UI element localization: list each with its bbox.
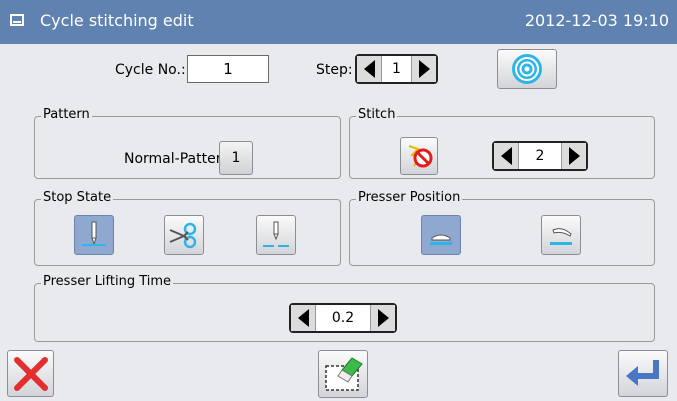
- stitch-group-title: Stitch: [356, 107, 398, 122]
- stop-needle-down-button[interactable]: [74, 215, 114, 255]
- presser-lifting-time-stepper: 0.2: [289, 303, 397, 333]
- spiral-icon: [512, 54, 542, 84]
- lifting-time-increment-button[interactable]: [370, 305, 395, 331]
- confirm-enter-button[interactable]: [618, 350, 668, 397]
- normal-pattern-button[interactable]: 1: [219, 141, 253, 175]
- arrow-right-icon: [377, 309, 389, 327]
- title-bar: Cycle stitching edit 2012-12-03 19:10: [0, 0, 677, 44]
- arrow-left-icon: [363, 60, 375, 78]
- stop-state-group-title: Stop State: [41, 190, 114, 205]
- eraser-icon: [325, 357, 363, 391]
- presser-down-button[interactable]: [421, 215, 461, 255]
- pattern-group-title: Pattern: [41, 107, 92, 122]
- presser-up-icon: [550, 228, 572, 245]
- cycle-no-input[interactable]: 1: [187, 55, 269, 83]
- arrow-left-icon: [297, 309, 309, 327]
- step-decrement-button[interactable]: [357, 56, 382, 82]
- window-icon: [10, 14, 24, 26]
- close-icon: [13, 356, 48, 391]
- stop-needle-up-button[interactable]: [256, 215, 296, 255]
- stitch-stepper: 2: [492, 141, 588, 171]
- stitch-decrement-button[interactable]: [494, 143, 519, 169]
- thread-trim-icon: [169, 222, 197, 249]
- step-label: Step:: [316, 62, 353, 78]
- arrow-right-icon: [568, 147, 580, 165]
- step-increment-button[interactable]: [411, 56, 436, 82]
- presser-up-button[interactable]: [541, 215, 581, 255]
- arrow-right-icon: [418, 60, 430, 78]
- no-stitch-icon: [408, 145, 433, 168]
- pattern-group: Pattern: [34, 107, 341, 179]
- step-stepper: 1: [355, 54, 438, 84]
- cycle-view-button[interactable]: [497, 49, 557, 89]
- cancel-button[interactable]: [7, 350, 54, 397]
- presser-lifting-time-group-title: Presser Lifting Time: [41, 274, 174, 289]
- presser-down-icon: [430, 234, 452, 245]
- lifting-time-decrement-button[interactable]: [291, 305, 316, 331]
- erase-button[interactable]: [318, 350, 368, 398]
- presser-position-group: Presser Position: [349, 190, 655, 266]
- cycle-no-label: Cycle No.:: [115, 62, 186, 78]
- datetime-display: 2012-12-03 19:10: [524, 11, 669, 30]
- needle-down-icon: [82, 221, 106, 246]
- presser-position-group-title: Presser Position: [356, 190, 463, 205]
- enter-icon: [626, 359, 659, 386]
- arrow-left-icon: [500, 147, 512, 165]
- step-value: 1: [392, 61, 401, 77]
- stop-thread-trim-button[interactable]: [164, 215, 204, 255]
- page-title: Cycle stitching edit: [40, 11, 194, 30]
- needle-up-icon: [263, 221, 289, 247]
- stitch-value: 2: [535, 148, 545, 164]
- stitch-increment-button[interactable]: [561, 143, 586, 169]
- stitch-toggle-button[interactable]: [400, 137, 438, 175]
- lifting-time-value: 0.2: [331, 310, 355, 326]
